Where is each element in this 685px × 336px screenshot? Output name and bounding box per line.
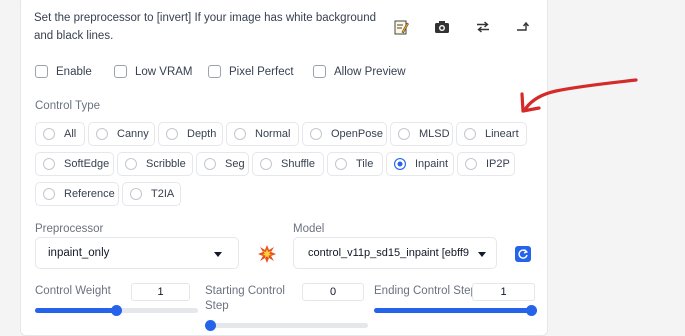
radio-label: Tile xyxy=(356,158,374,170)
checkbox-label: Enable xyxy=(56,65,92,78)
radio-lineart[interactable]: Lineart xyxy=(456,122,527,146)
radio-dot[interactable] xyxy=(398,128,410,140)
radio-dot[interactable] xyxy=(43,128,55,140)
preprocessor-dropdown[interactable]: inpaint_only xyxy=(35,237,239,269)
radio-dot[interactable] xyxy=(96,128,108,140)
radio-dot[interactable] xyxy=(310,128,322,140)
radio-shuffle[interactable]: Shuffle xyxy=(252,152,324,176)
radio-label: MLSD xyxy=(419,128,450,140)
starting-step-slider[interactable] xyxy=(205,320,368,331)
refresh-icon[interactable] xyxy=(515,246,531,262)
slider-thumb[interactable] xyxy=(205,320,216,331)
checkbox-label: Allow Preview xyxy=(334,65,406,78)
radio-label: IP2P xyxy=(486,158,510,170)
radio-ip2p[interactable]: IP2P xyxy=(457,152,515,176)
ending-step-slider[interactable] xyxy=(374,305,537,316)
radio-openpose[interactable]: OpenPose xyxy=(302,122,387,146)
radio-dot[interactable] xyxy=(204,158,216,170)
starting-step-label: Starting Control Step xyxy=(205,285,285,312)
checkbox-box[interactable] xyxy=(114,65,127,78)
edit-icon[interactable] xyxy=(390,16,412,38)
control-type-label: Control Type xyxy=(35,100,100,112)
annotation-arrow xyxy=(520,78,638,113)
radio-dot[interactable] xyxy=(125,158,137,170)
radio-all[interactable]: All xyxy=(35,122,85,146)
radio-label: Lineart xyxy=(485,128,519,140)
radio-depth[interactable]: Depth xyxy=(158,122,223,146)
radio-seg[interactable]: Seg xyxy=(196,152,249,176)
radio-label: SoftEdge xyxy=(64,158,110,170)
radio-dot[interactable] xyxy=(260,158,272,170)
radio-t2ia[interactable]: T2IA xyxy=(122,182,181,206)
radio-canny[interactable]: Canny xyxy=(88,122,155,146)
radio-softedge[interactable]: SoftEdge xyxy=(35,152,114,176)
chevron-down-icon xyxy=(214,252,222,257)
radio-label: Scribble xyxy=(146,158,186,170)
radio-inpaint[interactable]: Inpaint xyxy=(386,152,454,176)
control-weight-input[interactable]: 1 xyxy=(131,283,190,301)
model-label: Model xyxy=(293,223,325,235)
radio-dot[interactable] xyxy=(465,158,477,170)
radio-dot[interactable] xyxy=(234,128,246,140)
model-dropdown[interactable]: control_v11p_sd15_inpaint [ebff9 xyxy=(293,237,497,269)
preprocessor-label: Preprocessor xyxy=(35,223,104,235)
pixel-perfect-checkbox[interactable]: Pixel Perfect xyxy=(208,65,294,78)
slider-fill xyxy=(35,308,117,313)
control-weight-slider[interactable] xyxy=(35,305,198,316)
checkbox-label: Pixel Perfect xyxy=(229,65,294,78)
checkbox-box[interactable] xyxy=(35,65,48,78)
radio-tile[interactable]: Tile xyxy=(327,152,383,176)
radio-label: Normal xyxy=(255,128,291,140)
camera-icon[interactable] xyxy=(431,16,453,38)
send-icon[interactable] xyxy=(512,16,534,38)
radio-label: Inpaint xyxy=(415,158,449,170)
allow-preview-checkbox[interactable]: Allow Preview xyxy=(313,65,406,78)
radio-dot[interactable] xyxy=(166,128,178,140)
radio-dot[interactable] xyxy=(464,128,476,140)
checkbox-box[interactable] xyxy=(313,65,326,78)
radio-dot[interactable] xyxy=(43,158,55,170)
radio-label: Seg xyxy=(225,158,245,170)
radio-label: Canny xyxy=(117,128,149,140)
preprocessor-value: inpaint_only xyxy=(48,247,110,259)
radio-label: Reference xyxy=(64,188,115,200)
radio-dot[interactable] xyxy=(130,188,142,200)
radio-normal[interactable]: Normal xyxy=(226,122,299,146)
radio-dot[interactable] xyxy=(43,188,55,200)
preprocessor-hint-text: Set the preprocessor to [invert] If your… xyxy=(34,12,376,42)
slider-thumb[interactable] xyxy=(526,305,537,316)
radio-dot[interactable] xyxy=(335,158,347,170)
radio-reference[interactable]: Reference xyxy=(35,182,119,206)
swap-icon[interactable] xyxy=(472,16,494,38)
radio-label: Depth xyxy=(187,128,217,140)
radio-label: Shuffle xyxy=(281,158,316,170)
model-value: control_v11p_sd15_inpaint [ebff9 xyxy=(308,247,470,259)
radio-scribble[interactable]: Scribble xyxy=(117,152,193,176)
radio-label: OpenPose xyxy=(331,128,383,140)
slider-thumb[interactable] xyxy=(111,305,122,316)
checkbox-label: Low VRAM xyxy=(135,65,193,78)
radio-label: All xyxy=(64,128,77,140)
radio-mlsd[interactable]: MLSD xyxy=(390,122,453,146)
radio-dot-selected[interactable] xyxy=(394,158,406,170)
ending-step-input[interactable]: 1 xyxy=(472,283,535,301)
explosion-icon[interactable] xyxy=(257,244,277,264)
radio-label: T2IA xyxy=(151,188,175,200)
low-vram-checkbox[interactable]: Low VRAM xyxy=(114,65,193,78)
control-weight-label: Control Weight xyxy=(35,285,111,297)
ending-step-label: Ending Control Step xyxy=(374,285,477,297)
chevron-down-icon xyxy=(478,252,486,257)
enable-checkbox[interactable]: Enable xyxy=(35,65,92,78)
slider-fill xyxy=(374,308,537,313)
starting-step-input[interactable]: 0 xyxy=(302,283,364,301)
checkbox-box[interactable] xyxy=(208,65,221,78)
